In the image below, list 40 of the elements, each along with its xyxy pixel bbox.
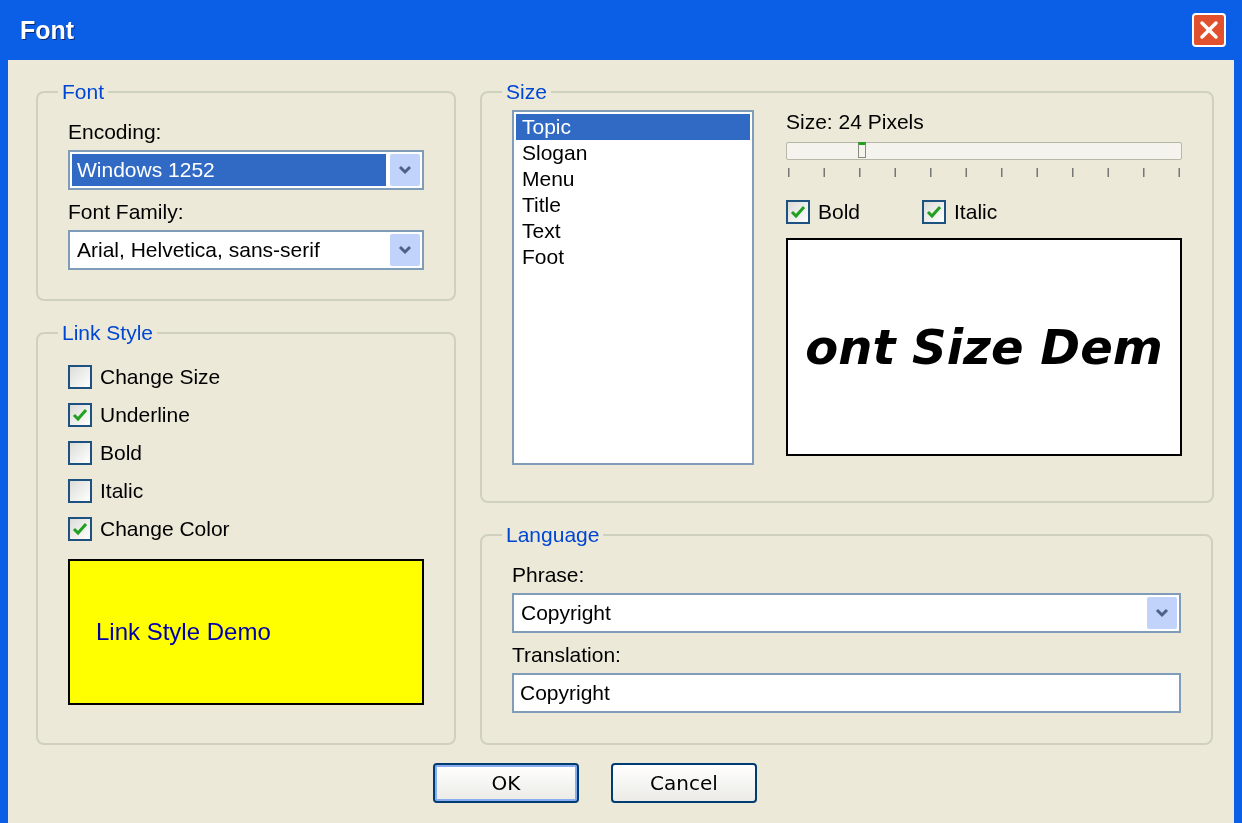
close-icon — [1198, 19, 1220, 41]
dropdown-field[interactable]: Windows 1252 — [68, 150, 424, 190]
dropdown-field[interactable]: Arial, Helvetica, sans-serif — [68, 230, 424, 270]
list-box[interactable]: Topic Slogan Menu Title Text Foot — [512, 110, 754, 465]
close-button[interactable] — [1192, 13, 1226, 47]
translation-input[interactable]: Copyright — [512, 673, 1181, 713]
group-title: Link Style — [61, 321, 155, 345]
checkbox[interactable]: Bold — [786, 200, 861, 224]
checkmark-icon — [926, 204, 943, 220]
field-label: Font Family: — [68, 200, 185, 224]
checkbox[interactable]: Italic — [922, 200, 998, 224]
link-preview-text: Link Style Demo — [96, 618, 271, 646]
field-label: Encoding: — [68, 120, 163, 144]
ok-button[interactable]: OK — [433, 763, 579, 803]
checkmark-icon — [72, 407, 88, 423]
dropdown-field[interactable]: Copyright — [512, 593, 1181, 633]
checkbox[interactable]: Underline — [68, 403, 424, 427]
slider-track[interactable] — [786, 142, 1182, 160]
checkbox[interactable]: Change Color — [68, 517, 424, 541]
list-item[interactable]: Text — [516, 218, 750, 244]
window-title: Font — [20, 15, 75, 45]
size-label: Size: 24 Pixels — [786, 110, 925, 134]
checkmark-icon — [72, 521, 88, 537]
checkbox[interactable]: Bold — [68, 441, 424, 465]
checkmark-icon — [790, 204, 806, 220]
group-title: Size — [505, 80, 548, 104]
field-label: Translation: — [512, 643, 622, 667]
field-label: Phrase: — [512, 563, 586, 587]
list-item[interactable]: Title — [516, 192, 750, 218]
list-item[interactable]: Topic — [516, 114, 750, 140]
list-item[interactable]: Foot — [516, 244, 750, 270]
font-preview-text: ont Size Dem — [805, 319, 1163, 375]
group-title: Font — [61, 80, 106, 104]
slider-thumb[interactable] — [857, 142, 866, 158]
list-item[interactable]: Menu — [516, 166, 750, 192]
list-item[interactable]: Slogan — [516, 140, 750, 166]
checkbox[interactable]: Change Size — [68, 365, 424, 389]
checkbox[interactable]: Italic — [68, 479, 424, 503]
cancel-button[interactable]: Cancel — [611, 763, 757, 803]
group-title: Language — [505, 523, 601, 547]
